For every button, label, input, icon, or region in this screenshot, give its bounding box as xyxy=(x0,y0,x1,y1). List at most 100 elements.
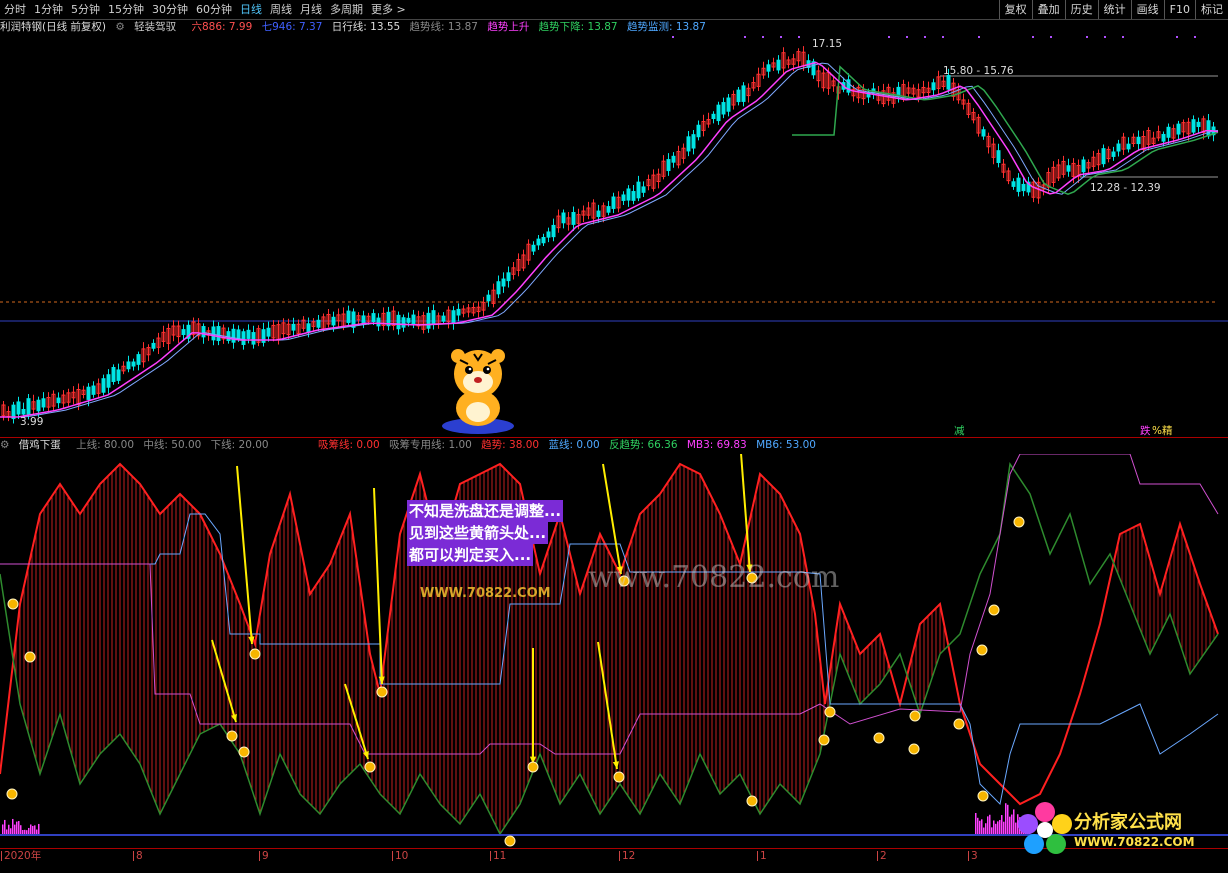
candle-body xyxy=(21,408,26,415)
candle-body xyxy=(711,113,716,120)
absorb-bar xyxy=(1007,804,1009,835)
resistance-label: 15.80 - 15.76 xyxy=(943,65,1014,77)
signal-dot xyxy=(1104,36,1106,38)
daily-line-value: 日行线: 13.55 xyxy=(331,21,401,33)
tiger-mascot-icon xyxy=(442,349,514,434)
toolbar-right-buttons: 复权 叠加 历史 统计 画线 F10 标记 xyxy=(998,0,1228,19)
candle-body xyxy=(41,398,46,408)
fuquan-button[interactable]: 复权 xyxy=(998,0,1032,19)
candle-body xyxy=(316,319,321,328)
absorb-bar xyxy=(30,824,32,835)
absorb-bar xyxy=(991,827,993,835)
period-5min[interactable]: 5分钟 xyxy=(67,0,104,19)
absorb-bar xyxy=(34,825,36,835)
trend-line xyxy=(0,462,1219,806)
watermark-small: WWW.70822.COM xyxy=(420,586,551,601)
candle-body xyxy=(1101,148,1106,165)
ma7-value: 七946: 7.37 xyxy=(261,21,323,33)
price-chart[interactable]: 17.15 15.80 - 15.76 12.28 - 12.39 3.99 减… xyxy=(0,36,1228,436)
signal-dot xyxy=(798,36,800,38)
candle-body xyxy=(671,155,676,163)
candle-body xyxy=(1081,159,1086,173)
ma-green-line xyxy=(792,65,1219,196)
date-label: 9 xyxy=(259,850,269,862)
date-label: 1 xyxy=(757,850,767,862)
candle-body xyxy=(136,354,141,365)
sub-indicator-label: 借鸡下蛋 xyxy=(18,439,61,451)
draw-line-button[interactable]: 画线 xyxy=(1130,0,1164,19)
overlay-button[interactable]: 叠加 xyxy=(1031,0,1065,19)
period-daily[interactable]: 日线 xyxy=(236,0,266,19)
period-more[interactable]: 更多 > xyxy=(367,0,410,19)
period-weekly[interactable]: 周线 xyxy=(266,0,296,19)
candle-body xyxy=(431,310,436,325)
candle-body xyxy=(346,310,351,323)
candle-body xyxy=(1196,121,1201,128)
period-multi[interactable]: 多周期 xyxy=(326,0,367,19)
candle-body xyxy=(1136,136,1141,145)
candle-body xyxy=(621,194,626,201)
absorb-line-value: 吸筹线: 0.00 xyxy=(317,439,380,451)
candle-body xyxy=(506,272,511,282)
candle-body xyxy=(486,294,491,302)
history-button[interactable]: 历史 xyxy=(1064,0,1098,19)
signal-dot xyxy=(762,36,764,38)
f10-button[interactable]: F10 xyxy=(1163,0,1195,19)
candle-body xyxy=(101,378,106,393)
candle-body xyxy=(361,315,366,324)
candle-body xyxy=(721,102,726,115)
candle-body xyxy=(116,369,121,381)
buy-dot xyxy=(873,732,885,744)
candle-body xyxy=(981,129,986,137)
candle-body xyxy=(451,310,456,324)
statistics-button[interactable]: 统计 xyxy=(1097,0,1131,19)
candle-body xyxy=(631,191,636,201)
absorb-bar xyxy=(1001,815,1003,835)
absorb-bar xyxy=(10,828,12,835)
absorb-bar xyxy=(997,821,999,835)
mb6-value: MB6: 53.00 xyxy=(756,439,816,451)
trend-up-label: 趋势上升 xyxy=(487,21,530,33)
candle-body xyxy=(536,238,541,246)
buy-dot xyxy=(527,761,539,773)
trend-value: 趋势: 38.00 xyxy=(481,439,540,451)
signal-dot xyxy=(1176,36,1178,38)
indicator-name[interactable]: ⚙ 轻装驾驭 xyxy=(115,21,182,33)
candle-body xyxy=(626,188,631,201)
candle-body xyxy=(531,244,536,252)
signal-dot xyxy=(978,36,980,38)
absorb-bar xyxy=(38,823,40,835)
candle-body xyxy=(561,212,566,224)
site-logo: 分析家公式网 WWW.70822.COM xyxy=(1018,800,1223,858)
period-60min[interactable]: 60分钟 xyxy=(192,0,236,19)
period-1min[interactable]: 1分钟 xyxy=(30,0,67,19)
period-fenshi[interactable]: 分时 xyxy=(0,0,30,19)
mark-button[interactable]: 标记 xyxy=(1195,0,1228,19)
candle-body xyxy=(1011,181,1016,187)
low-price-label: 3.99 xyxy=(20,416,43,428)
gear-icon: ⚙ xyxy=(0,439,10,451)
candle-body xyxy=(406,317,411,323)
gear-icon: ⚙ xyxy=(115,21,125,33)
absorb-bar xyxy=(1013,809,1015,835)
oscillator-chart[interactable] xyxy=(0,454,1228,847)
signal-dot xyxy=(942,36,944,38)
candle-body xyxy=(996,150,1001,163)
mb3-value: MB3: 69.83 xyxy=(686,439,747,451)
flower-logo-icon xyxy=(1018,802,1072,854)
candle-body xyxy=(686,136,691,152)
candle-body xyxy=(376,317,381,327)
trend-line-value: 趋势线: 13.87 xyxy=(409,21,478,33)
fall-sign: 跌 xyxy=(1140,424,1151,436)
stock-title[interactable]: 利润特钢(日线 前复权) xyxy=(0,21,106,33)
candle-body xyxy=(291,323,296,331)
period-monthly[interactable]: 月线 xyxy=(296,0,326,19)
absorb-bar xyxy=(979,820,981,835)
period-15min[interactable]: 15分钟 xyxy=(104,0,148,19)
tag-sign: %精 xyxy=(1152,424,1173,436)
candlesticks xyxy=(1,46,1216,424)
period-30min[interactable]: 30分钟 xyxy=(148,0,192,19)
signal-dot xyxy=(1086,36,1088,38)
candle-body xyxy=(691,134,696,149)
sub-indicator-name[interactable]: ⚙ 借鸡下蛋 xyxy=(0,439,67,451)
